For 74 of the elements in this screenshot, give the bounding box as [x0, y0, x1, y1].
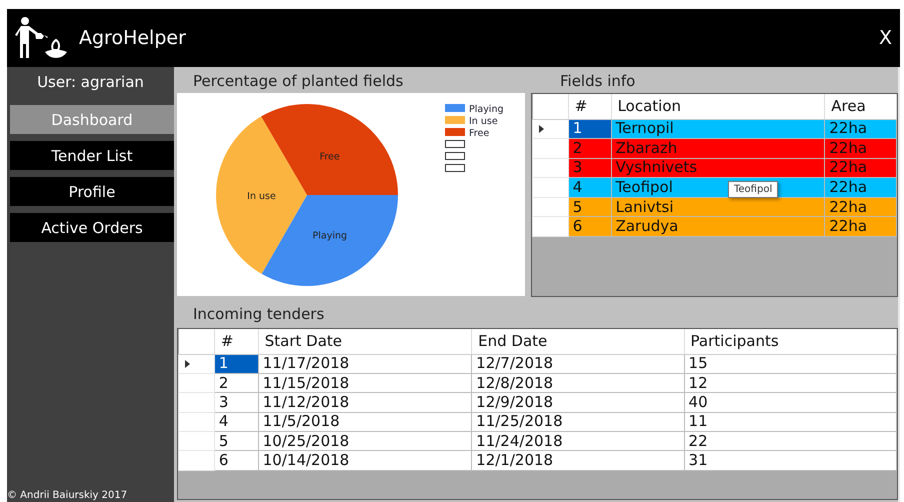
- table-cell: 11/24/2018: [472, 432, 684, 451]
- panel-title: Fields info: [559, 71, 636, 92]
- nav-button[interactable]: Profile: [10, 177, 174, 206]
- tooltip: Teofipol: [728, 181, 778, 198]
- table-cell: 10/25/2018: [258, 432, 472, 451]
- table-cell: 11/17/2018: [258, 354, 472, 374]
- legend-label: In use: [469, 116, 498, 127]
- table-cell: 3: [214, 392, 258, 412]
- table-cell: 22ha: [824, 119, 896, 139]
- table-cell: 1: [568, 119, 612, 139]
- panel-title: Incoming tenders: [192, 304, 326, 325]
- table-cell: 6: [214, 450, 258, 470]
- legend-label: Playing: [469, 104, 504, 115]
- table-cell: 6: [568, 216, 612, 237]
- slice-label: Playing: [312, 230, 348, 242]
- table-cell: 31: [684, 450, 896, 470]
- table-cell: 22ha: [824, 216, 896, 237]
- user-label: User: agrarian: [36, 72, 145, 93]
- table-cell: 12: [684, 373, 896, 393]
- close-button[interactable]: X: [876, 27, 894, 49]
- table-cell: 11/15/2018: [258, 373, 472, 393]
- table-cell: 22ha: [824, 158, 896, 178]
- column-header[interactable]: Start Date: [258, 329, 472, 354]
- table-cell: 4: [214, 412, 258, 432]
- table-cell: 4: [568, 178, 612, 198]
- app-title: AgroHelper: [79, 27, 187, 49]
- table-cell: 10/14/2018: [258, 450, 472, 470]
- column-header[interactable]: End Date: [472, 329, 684, 354]
- slice-label: Free: [320, 152, 340, 163]
- table-cell: Zbarazh: [611, 138, 825, 158]
- legend-entry: Playing: [445, 104, 504, 115]
- table-cell: 40: [684, 392, 896, 412]
- table-cell: 12/8/2018: [472, 373, 684, 393]
- table-cell: 5: [214, 432, 258, 451]
- legend-entry: In use: [445, 116, 498, 127]
- gardener-icon: [15, 16, 67, 60]
- slice-label: In use: [247, 191, 276, 202]
- table-cell: 22ha: [824, 178, 896, 198]
- legend-swatch: [445, 152, 465, 160]
- column-header[interactable]: Area: [824, 94, 896, 119]
- table-cell: 12/9/2018: [472, 392, 684, 412]
- table-cell: 11/12/2018: [258, 392, 472, 412]
- column-header[interactable]: #: [214, 329, 258, 354]
- column-header[interactable]: Participants: [684, 329, 896, 354]
- legend-swatch: [445, 164, 465, 172]
- column-header[interactable]: Location: [611, 94, 825, 119]
- legend-label: Free: [469, 128, 490, 139]
- legend-swatch: [445, 140, 465, 148]
- table-cell: 1: [214, 354, 258, 374]
- table-cell: 15: [684, 354, 896, 374]
- row-pointer-icon: [185, 360, 190, 368]
- table-cell: 22ha: [824, 197, 896, 217]
- table-cell: Lanivtsi: [611, 197, 825, 217]
- table-cell: 2: [214, 373, 258, 393]
- table-cell: 11/25/2018: [472, 412, 684, 432]
- table-cell: 22: [684, 432, 896, 451]
- nav-button[interactable]: Active Orders: [10, 213, 174, 242]
- table-cell: 3: [568, 158, 612, 178]
- table-cell: 22ha: [824, 138, 896, 158]
- table-cell: Vyshnivets: [611, 158, 825, 178]
- row-pointer-icon: [539, 124, 544, 133]
- copyright-text: © Andrii Baiurskiy 2017: [7, 490, 128, 502]
- nav-button[interactable]: Tender List: [10, 141, 174, 170]
- table-cell: Zarudya: [611, 216, 825, 237]
- table-cell: 12/1/2018: [472, 450, 684, 470]
- table-cell: 11/5/2018: [258, 412, 472, 432]
- column-header[interactable]: #: [568, 94, 612, 119]
- panel-title: Percentage of planted fields: [192, 71, 404, 92]
- table-cell: Ternopil: [611, 119, 825, 139]
- table-cell: 12/7/2018: [472, 354, 684, 374]
- table-cell: 11: [684, 412, 896, 432]
- table-cell: 5: [568, 197, 612, 217]
- table-cell: 2: [568, 138, 612, 158]
- legend-entry: Free: [445, 128, 490, 139]
